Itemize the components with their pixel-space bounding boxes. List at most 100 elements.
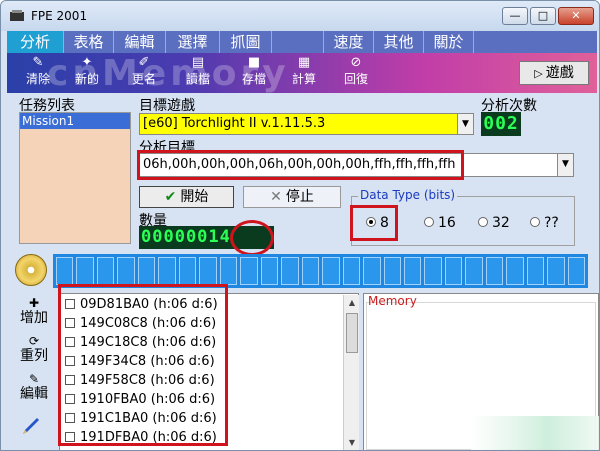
scroll-up-icon[interactable]: ▲ (344, 295, 360, 311)
chevron-down-icon[interactable]: ▼ (457, 114, 473, 134)
highlight-quantity (230, 220, 274, 256)
chevron-down-icon[interactable]: ▼ (557, 154, 573, 176)
target-game-select[interactable]: [e60] Torchlight II v.1.11.5.3 ▼ (139, 113, 474, 135)
relist-button[interactable]: ⟳ 重列 (13, 334, 55, 364)
minimize-button[interactable]: — (502, 7, 528, 25)
edit-icon: ✎ (28, 372, 40, 386)
app-icon (10, 10, 24, 21)
progress-cell (547, 257, 565, 285)
scroll-down-icon[interactable]: ▼ (344, 435, 360, 450)
progress-bar (53, 254, 588, 288)
close-button[interactable]: ✕ (558, 7, 594, 25)
app-window: FPE 2001 — □ ✕ 分析 表格 編輯 選擇 抓圖 速度 其他 關於 c… (0, 0, 600, 451)
edit-button[interactable]: ✎ 編輯 (13, 372, 55, 402)
new-label: 新的 (74, 72, 99, 86)
tab-edit[interactable]: 編輯 (114, 31, 166, 53)
stop-button[interactable]: ✕ 停止 (243, 186, 341, 208)
start-button[interactable]: ✔ 開始 (139, 186, 234, 208)
progress-cell (260, 257, 279, 285)
save-button[interactable]: ■ 存檔 (229, 55, 279, 91)
highlight-target (137, 150, 464, 180)
rename-icon: ✐ (138, 55, 150, 70)
play-icon: ▷ (534, 67, 543, 80)
tab-table[interactable]: 表格 (64, 31, 114, 53)
add-button[interactable]: ✚ 增加 (13, 296, 55, 326)
progress-cell (567, 257, 586, 285)
progress-cell (76, 257, 94, 285)
menu-bar: 分析 表格 編輯 選擇 抓圖 速度 其他 關於 (7, 31, 597, 53)
progress-cell (219, 257, 238, 285)
watermark-corner (471, 416, 599, 450)
progress-cell (403, 257, 422, 285)
new-icon: ✦ (81, 55, 93, 70)
progress-cell (281, 257, 299, 285)
close-icon: ✕ (270, 189, 282, 205)
task-list[interactable]: Mission1 (19, 112, 131, 244)
highlight-datatype (350, 205, 398, 241)
radio-32bit[interactable]: 32 (478, 215, 510, 231)
relist-label: 重列 (20, 348, 48, 364)
calculator-icon: ▦ (297, 55, 311, 70)
radio-16bit[interactable]: 16 (424, 215, 456, 231)
start-label: 開始 (180, 189, 209, 205)
data-type-legend: Data Type (bits) (358, 188, 458, 202)
memory-legend: Memory (368, 294, 417, 308)
tab-analyze[interactable]: 分析 (7, 31, 64, 53)
undo-button[interactable]: ⊘ 回復 (331, 55, 381, 91)
side-toolbar: ✚ 增加 ⟳ 重列 ✎ 編輯 (13, 296, 55, 450)
results-scrollbar[interactable]: ▲ ▼ (343, 295, 360, 450)
analysis-count-display: 002 (481, 112, 521, 136)
undo-label: 回復 (343, 72, 368, 86)
save-label: 存檔 (241, 72, 266, 86)
progress-cell (117, 257, 135, 285)
undo-icon: ⊘ (350, 55, 362, 70)
progress-cell (56, 257, 74, 285)
radio-unknown[interactable]: ?? (530, 215, 559, 231)
new-button[interactable]: ✦ 新的 (62, 55, 112, 91)
tab-about[interactable]: 關於 (424, 31, 474, 53)
game-label: 遊戲 (545, 65, 574, 81)
tab-speed[interactable]: 速度 (324, 31, 374, 53)
window-title: FPE 2001 (31, 9, 88, 23)
target-game-value: [e60] Torchlight II v.1.11.5.3 (143, 116, 326, 131)
rename-button[interactable]: ✐ 更名 (119, 55, 169, 91)
check-icon: ✔ (164, 189, 177, 205)
relist-icon: ⟳ (28, 334, 40, 348)
progress-cell (526, 257, 545, 285)
eraser-icon: ✎ (32, 55, 44, 70)
pencil-icon (23, 418, 39, 434)
progress-cell (444, 257, 463, 285)
rename-label: 更名 (131, 72, 156, 86)
tab-capture[interactable]: 抓圖 (220, 31, 272, 53)
radio-dot (530, 217, 540, 227)
open-button[interactable]: ▤ 讀檔 (173, 55, 223, 91)
maximize-button[interactable]: □ (530, 7, 556, 25)
progress-cell (424, 257, 442, 285)
open-icon: ▤ (191, 55, 205, 70)
calculate-button[interactable]: ▦ 計算 (279, 55, 329, 91)
target-game-label: 目標遊戲 (139, 98, 195, 114)
radio-label: 16 (438, 215, 456, 231)
tab-blank[interactable] (272, 31, 324, 53)
tab-select[interactable]: 選擇 (166, 31, 220, 53)
task-item-mission1[interactable]: Mission1 (20, 113, 130, 129)
radio-label: ?? (544, 215, 559, 231)
progress-cell (363, 257, 381, 285)
open-label: 讀檔 (185, 72, 210, 86)
game-button[interactable]: ▷ 遊戲 (519, 61, 589, 85)
scroll-thumb[interactable] (346, 313, 358, 353)
tab-other[interactable]: 其他 (374, 31, 424, 53)
progress-cell (322, 257, 340, 285)
progress-cell (383, 257, 401, 285)
progress-cell (137, 257, 156, 285)
progress-cell (485, 257, 504, 285)
add-label: 增加 (20, 310, 48, 326)
progress-cell (178, 257, 197, 285)
progress-cell (240, 257, 258, 285)
add-icon: ✚ (28, 296, 40, 310)
edit-label: 編輯 (20, 386, 48, 402)
clear-button[interactable]: ✎ 清除 (13, 55, 63, 91)
radio-dot (478, 217, 488, 227)
radio-label: 32 (492, 215, 510, 231)
highlight-results (58, 284, 228, 446)
